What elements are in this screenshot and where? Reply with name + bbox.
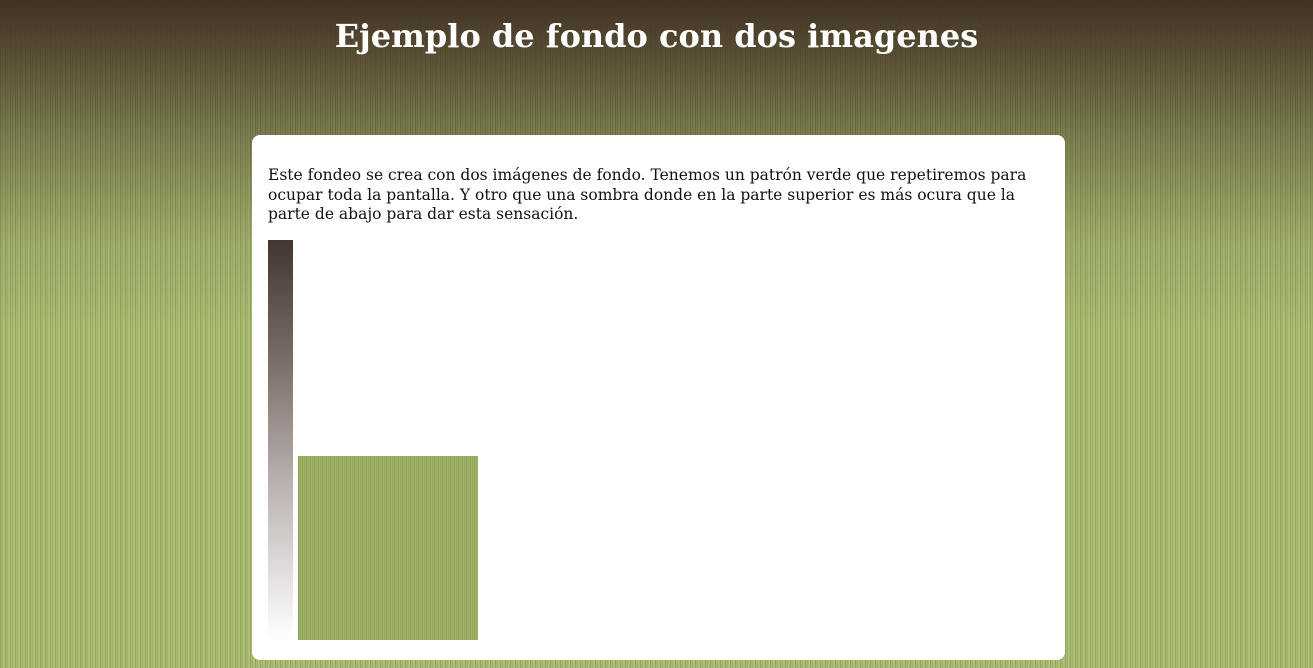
shadow-gradient-image [268, 240, 293, 640]
description-text: Este fondeo se crea con dos imágenes de … [268, 166, 1027, 223]
page-title: Ejemplo de fondo con dos imagenes [334, 17, 979, 55]
content-card: Este fondeo se crea con dos imágenes de … [252, 135, 1065, 660]
green-pattern-image [298, 456, 478, 640]
